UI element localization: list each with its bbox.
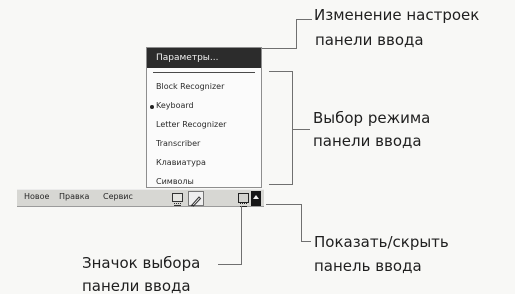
menu-item-klaviatura[interactable]: Клавиатура bbox=[156, 158, 206, 167]
selected-bullet-icon bbox=[150, 105, 154, 109]
menu-service[interactable]: Сервис bbox=[103, 192, 133, 201]
input-panel-menu: Параметры... Block Recognizer Keyboard L… bbox=[146, 47, 262, 188]
input-panel-icon[interactable] bbox=[238, 193, 249, 207]
callout-icon-horizontal bbox=[218, 264, 242, 265]
menu-item-keyboard[interactable]: Keyboard bbox=[156, 101, 194, 110]
callout-show-hide-vertical bbox=[301, 204, 302, 242]
label-icon-line2: панели ввода bbox=[82, 277, 191, 294]
figure: Параметры... Block Recognizer Keyboard L… bbox=[0, 0, 515, 294]
bottom-toolbar: Новое Правка Сервис bbox=[17, 189, 264, 207]
pen-icon-button[interactable] bbox=[188, 191, 204, 207]
pen-icon bbox=[190, 196, 202, 207]
menu-parameters-item[interactable]: Параметры... bbox=[147, 48, 261, 68]
menu-separator bbox=[153, 72, 255, 73]
callout-bracket-top bbox=[269, 71, 293, 72]
menu-item-transcriber[interactable]: Transcriber bbox=[156, 139, 200, 148]
callout-bracket-arrow bbox=[293, 129, 310, 130]
callout-line-top-horizontal bbox=[296, 19, 312, 20]
callout-line-top-link bbox=[262, 48, 297, 49]
label-icon-line1: Значок выбора bbox=[82, 254, 201, 272]
up-arrow-icon bbox=[253, 195, 259, 199]
menu-item-simvoly[interactable]: Символы bbox=[156, 177, 194, 186]
label-mode-line2: панели ввода bbox=[313, 132, 422, 150]
menu-item-letter-recognizer[interactable]: Letter Recognizer bbox=[156, 120, 226, 129]
toolbar-keyboard-icon[interactable] bbox=[172, 193, 183, 206]
label-mode-line1: Выбор режима bbox=[313, 109, 431, 127]
callout-bracket-bottom bbox=[269, 184, 293, 185]
label-settings-line1: Изменение настроек bbox=[314, 6, 480, 24]
keyboard-glyph-icon bbox=[174, 203, 181, 206]
label-show-hide-line1: Показать/скрыть bbox=[314, 233, 449, 251]
callout-icon-vertical bbox=[241, 206, 242, 264]
callout-bracket-vertical bbox=[292, 71, 293, 185]
menu-item-block-recognizer[interactable]: Block Recognizer bbox=[156, 82, 224, 91]
label-settings-line2: панели ввода bbox=[315, 31, 424, 49]
show-hide-input-panel-button[interactable] bbox=[251, 191, 261, 206]
menu-edit[interactable]: Правка bbox=[59, 192, 89, 201]
callout-show-hide-horizontal bbox=[266, 204, 301, 205]
menu-new[interactable]: Новое bbox=[24, 192, 49, 201]
label-show-hide-line2: панель ввода bbox=[314, 257, 422, 275]
callout-show-hide-arrow bbox=[301, 241, 311, 242]
callout-line-top-vertical bbox=[296, 19, 297, 48]
